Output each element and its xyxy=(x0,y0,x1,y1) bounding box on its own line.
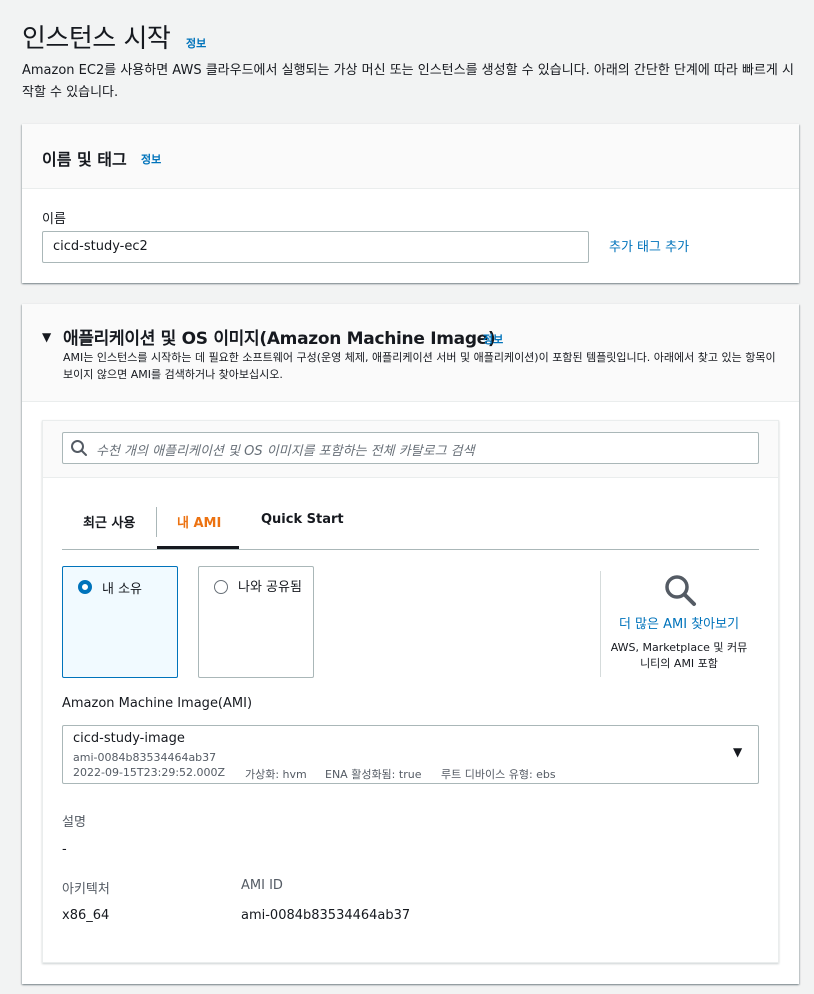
ami-id-label: AMI ID xyxy=(241,878,283,893)
tab-baseline xyxy=(62,549,759,550)
ami-id-value: ami-0084b83534464ab37 xyxy=(241,908,411,923)
ami-select-label: Amazon Machine Image(AMI) xyxy=(62,696,253,711)
tab-quick-start[interactable]: Quick Start xyxy=(261,512,344,527)
name-tags-info-link[interactable]: 정보 xyxy=(141,151,161,167)
search-icon xyxy=(71,440,87,456)
add-tag-link[interactable]: 추가 태그 추가 xyxy=(609,236,689,255)
ami-search-placeholder: 수천 개의 애플리케이션 및 OS 이미지를 포함하는 전체 카탈로그 검색 xyxy=(96,444,475,459)
ami-desc-value: - xyxy=(62,842,67,857)
page-info-link[interactable]: 정보 xyxy=(186,35,206,51)
page-description: Amazon EC2를 사용하면 AWS 클라우드에서 실행되는 가상 머신 또… xyxy=(22,63,794,100)
ami-selected-date: 2022-09-15T23:29:52.000Z xyxy=(73,766,226,779)
browse-more-ami-subtext: AWS, Marketplace 및 커뮤니티의 AMI 포함 xyxy=(610,641,748,670)
ami-selected-id: ami-0084b83534464ab37 xyxy=(73,751,217,764)
collapse-caret-icon[interactable]: ▼ xyxy=(42,330,51,344)
ami-description: AMI는 인스턴스를 시작하는 데 필요한 소프트웨어 구성(운영 체제, 애플… xyxy=(63,351,776,381)
name-input[interactable]: cicd-study-ec2 xyxy=(42,231,589,263)
name-label: 이름 xyxy=(42,212,66,227)
ami-arch-value: x86_64 xyxy=(62,908,110,923)
browse-more-ami-link[interactable]: 더 많은 AMI 찾아보기 xyxy=(600,613,758,632)
ami-inner-container xyxy=(42,420,779,963)
dropdown-caret-icon[interactable]: ▼ xyxy=(733,745,742,759)
tab-recent[interactable]: 최근 사용 xyxy=(83,512,135,531)
ami-section-title[interactable]: 애플리케이션 및 OS 이미지(Amazon Machine Image) xyxy=(63,324,496,349)
ami-desc-label: 설명 xyxy=(62,815,86,830)
active-tab-indicator xyxy=(157,546,239,549)
browse-search-icon[interactable] xyxy=(663,573,697,607)
ami-selected-virtualization: 가상화: hvm xyxy=(245,768,307,781)
ami-selected-name: cicd-study-image xyxy=(73,731,185,746)
ami-info-link[interactable]: 정보 xyxy=(483,331,503,347)
tab-my-ami[interactable]: 내 AMI xyxy=(177,512,221,531)
ami-arch-label: 아키텍처 xyxy=(62,882,110,897)
name-tags-title: 이름 및 태그 xyxy=(42,150,127,169)
shared-radio[interactable] xyxy=(214,580,228,594)
tab-divider xyxy=(156,507,157,537)
page-title: 인스턴스 시작 xyxy=(22,24,171,54)
shared-label: 나와 공유됨 xyxy=(238,580,302,595)
ami-selected-ena: ENA 활성화됨: true xyxy=(325,768,422,781)
owned-radio[interactable] xyxy=(78,580,92,594)
owned-label: 내 소유 xyxy=(102,582,143,597)
ami-selected-root-device: 루트 디바이스 유형: ebs xyxy=(441,768,556,781)
name-tags-header xyxy=(22,124,799,189)
